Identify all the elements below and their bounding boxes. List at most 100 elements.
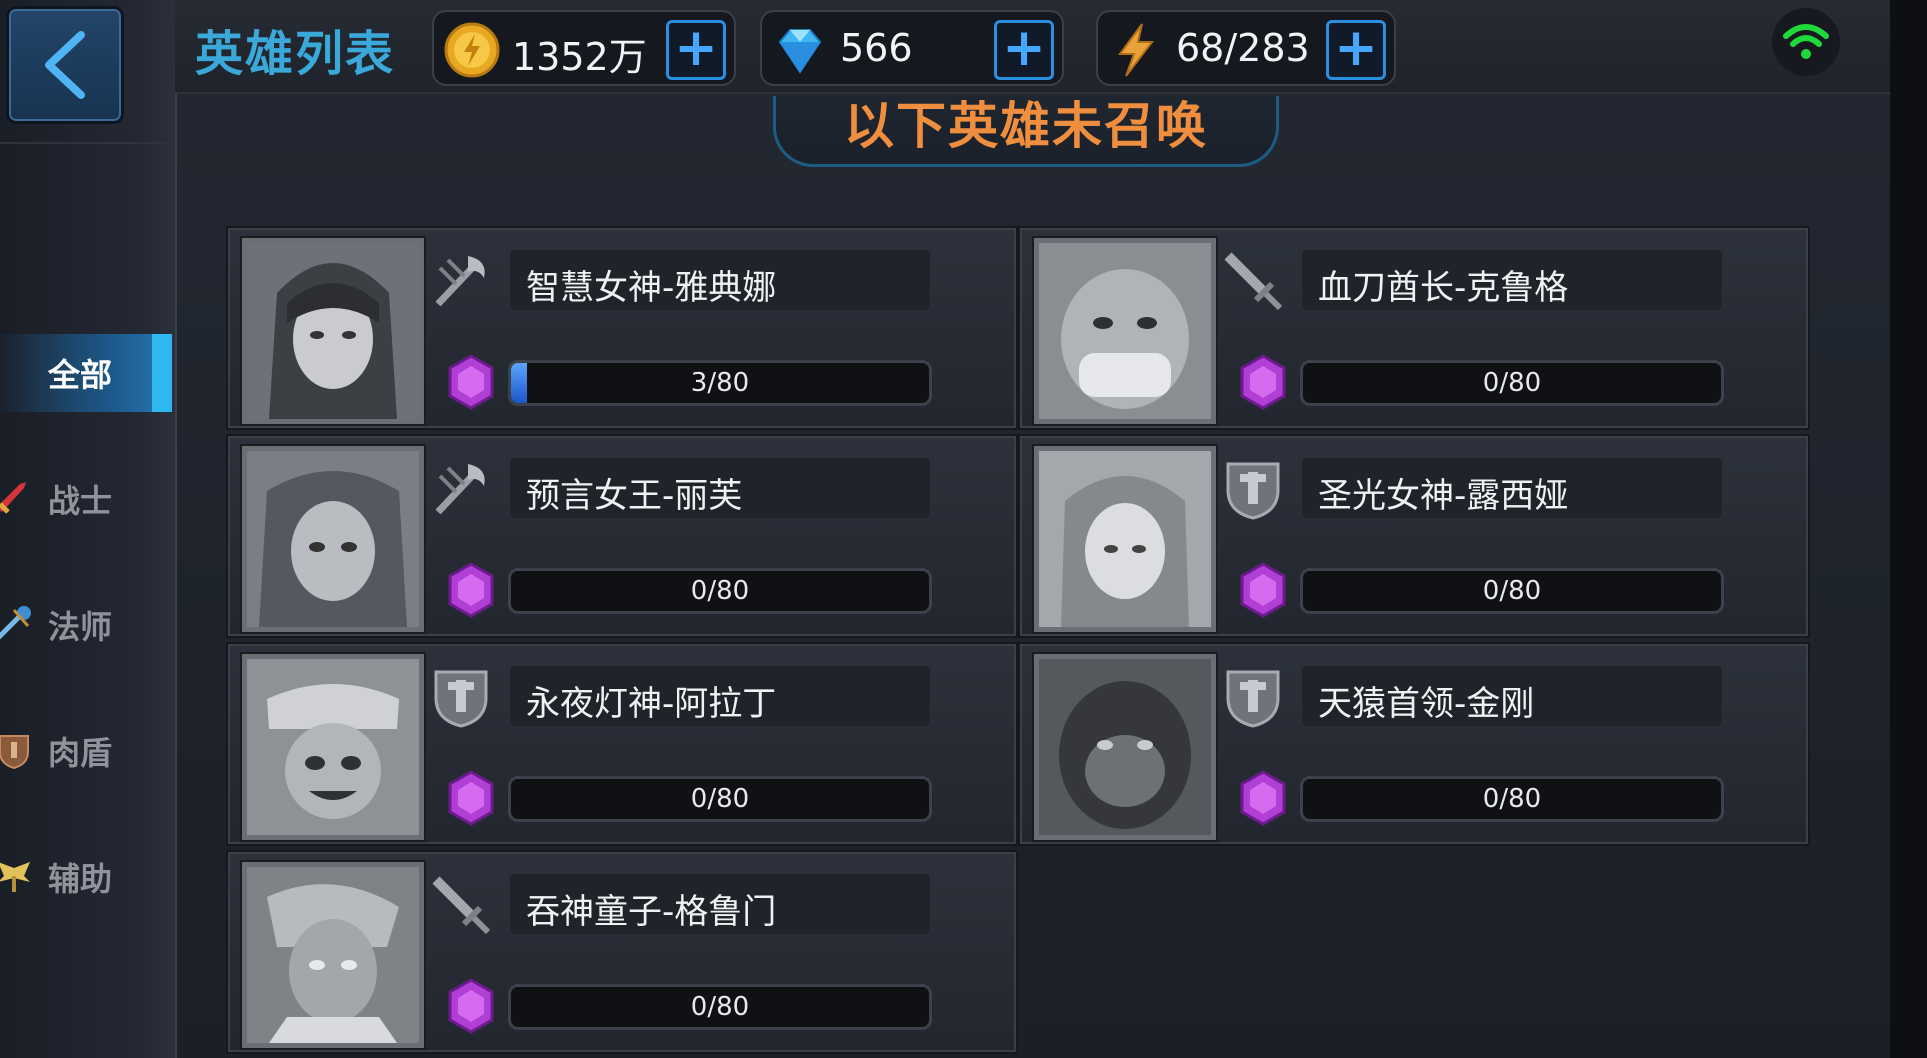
sidebar-item-warrior[interactable]: 战士 [0, 460, 172, 538]
kingkong-portrait [1039, 659, 1211, 835]
hero-name: 吞神童子-格鲁门 [526, 892, 777, 932]
hero-name-box: 永夜灯神-阿拉丁 [510, 666, 930, 726]
sidebar-item-label: 法师 [48, 608, 113, 646]
progress-text: 0/80 [1482, 784, 1542, 814]
hero-shard-progress: 0/80 [1300, 360, 1724, 406]
hero-portrait [242, 862, 424, 1048]
sidebar-item-label: 战士 [48, 482, 113, 520]
sword-class-icon [1224, 252, 1283, 311]
athena-portrait [247, 243, 419, 419]
hero-name: 预言女王-丽芙 [526, 476, 743, 516]
sidebar-item-label: 辅助 [48, 860, 113, 898]
back-arrow-icon [45, 31, 85, 99]
back-button[interactable] [6, 6, 124, 124]
hero-name: 圣光女神-露西娅 [1318, 476, 1569, 516]
hero-portrait [1034, 238, 1216, 424]
hero-card[interactable]: 天猿首领-金刚 0/80 [1018, 642, 1810, 846]
hero-card[interactable]: 智慧女神-雅典娜 3/80 [226, 226, 1018, 430]
soul-gem-icon [448, 354, 494, 410]
sidebar-divider [0, 142, 172, 144]
soul-gem-icon [448, 978, 494, 1034]
wifi-status [1772, 8, 1840, 76]
soul-gem-icon [1240, 354, 1286, 410]
hero-portrait [242, 654, 424, 840]
shield-class-icon [1226, 462, 1280, 520]
progress-text: 0/80 [690, 992, 750, 1022]
gold-coin-icon [444, 22, 500, 78]
liv-portrait [247, 451, 419, 627]
hero-card[interactable]: 血刀酋长-克鲁格 0/80 [1018, 226, 1810, 430]
add-energy-button[interactable]: + [1326, 20, 1386, 80]
hero-portrait [1034, 446, 1216, 632]
lucia-portrait [1039, 451, 1211, 627]
hero-name-box: 预言女王-丽芙 [510, 458, 930, 518]
grumman-portrait [247, 867, 419, 1043]
hero-shard-progress: 0/80 [508, 984, 932, 1030]
hero-name: 天猿首领-金刚 [1318, 684, 1535, 724]
hero-name: 永夜灯神-阿拉丁 [526, 684, 777, 724]
hero-portrait [242, 238, 424, 424]
progress-text: 3/80 [690, 368, 750, 398]
sidebar-item-all[interactable]: 全部 [0, 334, 172, 412]
add-diamond-button[interactable]: + [994, 20, 1054, 80]
shield-class-icon [434, 670, 488, 728]
soul-gem-icon [448, 562, 494, 618]
soul-gem-icon [1240, 562, 1286, 618]
staff-class-icon [435, 256, 485, 307]
hero-shard-progress: 0/80 [508, 568, 932, 614]
hero-shard-progress: 0/80 [508, 776, 932, 822]
diamond-value: 566 [840, 26, 913, 70]
hero-name-box: 智慧女神-雅典娜 [510, 250, 930, 310]
energy-value: 68/283 [1176, 26, 1310, 70]
sword-icon [0, 482, 26, 514]
hero-name-box: 圣光女神-露西娅 [1302, 458, 1722, 518]
gold-resource: 1352万 + [432, 10, 736, 86]
krug-portrait [1039, 243, 1211, 419]
add-gold-button[interactable]: + [666, 20, 726, 80]
staff-class-icon [435, 464, 485, 515]
section-title: 以下英雄未召唤 [844, 97, 1208, 155]
hero-shard-progress: 0/80 [1300, 568, 1724, 614]
sidebar-item-tank[interactable]: 肉盾 [0, 712, 172, 790]
sidebar-item-label: 全部 [48, 356, 113, 394]
progress-text: 0/80 [690, 784, 750, 814]
hero-card[interactable]: 永夜灯神-阿拉丁 0/80 [226, 642, 1018, 846]
sword-class-icon [432, 876, 491, 935]
game-screen: 全部 战士 法师 肉盾 辅助 英雄列表 1352万 + 566 + 68/283… [0, 0, 1927, 1058]
diamond-resource: 566 + [760, 10, 1064, 86]
progress-text: 0/80 [1482, 368, 1542, 398]
diamond-icon [778, 29, 822, 74]
hero-name-box: 吞神童子-格鲁门 [510, 874, 930, 934]
sidebar-item-mage[interactable]: 法师 [0, 586, 172, 664]
staff-icon [0, 606, 31, 640]
hero-name-box: 血刀酋长-克鲁格 [1302, 250, 1722, 310]
active-indicator [152, 334, 172, 412]
shield-icon [0, 735, 29, 770]
shield-class-icon [1226, 670, 1280, 728]
hero-portrait [242, 446, 424, 632]
gold-value: 1352万 [512, 35, 647, 79]
hero-portrait [1034, 654, 1216, 840]
hero-shard-progress: 3/80 [508, 360, 932, 406]
sidebar-item-label: 肉盾 [48, 734, 113, 772]
hero-card[interactable]: 预言女王-丽芙 0/80 [226, 434, 1018, 638]
sidebar-item-support[interactable]: 辅助 [0, 838, 172, 916]
hero-name: 智慧女神-雅典娜 [526, 268, 777, 308]
progress-text: 0/80 [1482, 576, 1542, 606]
hero-card[interactable]: 圣光女神-露西娅 0/80 [1018, 434, 1810, 638]
progress-text: 0/80 [690, 576, 750, 606]
section-header: 以下英雄未召唤 [773, 96, 1279, 167]
soul-gem-icon [1240, 770, 1286, 826]
wings-icon [0, 862, 30, 892]
soul-gem-icon [448, 770, 494, 826]
sidebar: 全部 战士 法师 肉盾 辅助 [0, 0, 177, 1058]
aladdin-portrait [247, 659, 419, 835]
wifi-icon [1783, 24, 1829, 59]
hero-name: 血刀酋长-克鲁格 [1318, 268, 1569, 308]
lightning-energy-icon [1118, 23, 1155, 77]
page-title: 英雄列表 [195, 26, 396, 82]
hero-shard-progress: 0/80 [1300, 776, 1724, 822]
hero-name-box: 天猿首领-金刚 [1302, 666, 1722, 726]
right-edge [1890, 0, 1927, 1058]
hero-card[interactable]: 吞神童子-格鲁门 0/80 [226, 850, 1018, 1054]
